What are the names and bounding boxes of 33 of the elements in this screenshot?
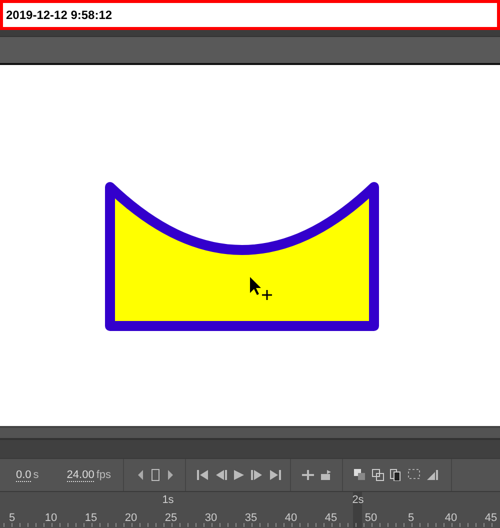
time-marker: 1s [162, 494, 174, 506]
onion-outline-icon[interactable] [372, 469, 384, 481]
frame-selection-icon[interactable] [408, 469, 420, 481]
fps-field[interactable]: 24.00 fps [66, 468, 112, 482]
insert-frame-icon[interactable] [426, 469, 438, 481]
current-time-field[interactable]: 0.0 s [16, 468, 39, 482]
frame-number: 10 [44, 512, 58, 524]
frame-number: 40 [284, 512, 298, 524]
first-frame-icon[interactable] [197, 469, 210, 481]
last-frame-icon[interactable] [269, 469, 282, 481]
frame-number: 45 [484, 512, 498, 524]
frame-number: 40 [444, 512, 458, 524]
bowl-shape[interactable] [105, 182, 379, 331]
next-frame-icon[interactable] [251, 469, 264, 481]
time-marker: 2s [352, 494, 364, 506]
frame-number: 30 [204, 512, 218, 524]
timestamp: 2019-12-12 9:58:12 [6, 8, 112, 22]
frame-number: 45 [324, 512, 338, 524]
move-cursor-icon [250, 277, 273, 301]
frame-number: 5 [408, 512, 414, 524]
play-icon[interactable] [233, 469, 246, 481]
onion-skin-icon[interactable] [354, 469, 366, 481]
loop-icon[interactable] [320, 469, 334, 481]
frame-number: 35 [244, 512, 258, 524]
center-frame-icon[interactable] [302, 469, 314, 481]
frame-number: 20 [124, 512, 138, 524]
frame-number: 5 [8, 512, 16, 524]
frame-number: 15 [84, 512, 98, 524]
edit-multiple-frames-icon[interactable] [390, 469, 402, 481]
keyframe-icon[interactable] [151, 469, 160, 481]
frame-number: 50 [364, 512, 378, 524]
previous-frame-icon[interactable] [215, 469, 228, 481]
frame-number: 25 [164, 512, 178, 524]
